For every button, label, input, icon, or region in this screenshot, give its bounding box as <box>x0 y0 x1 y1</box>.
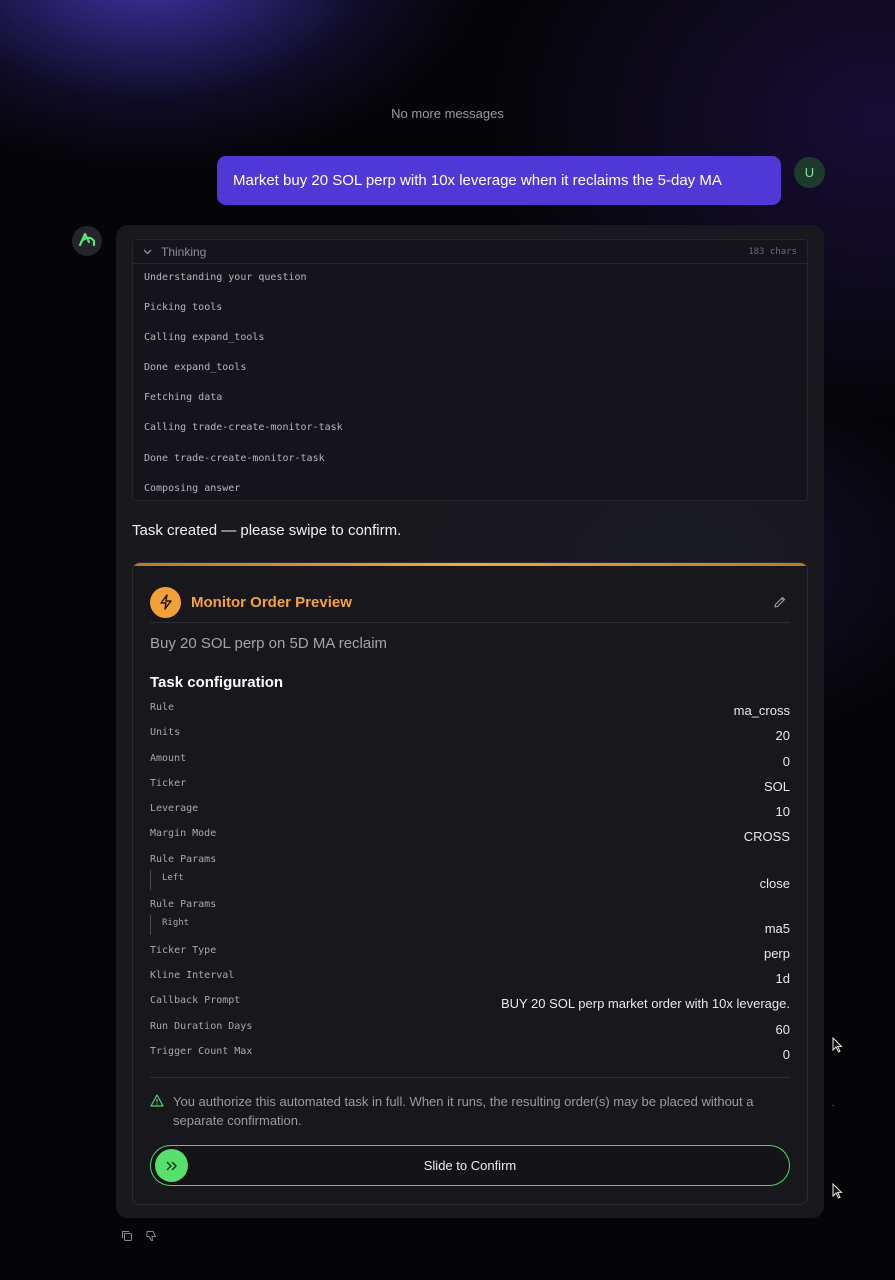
config-value: 20 <box>775 728 790 744</box>
logo-icon <box>78 231 96 252</box>
thinking-step: Picking tools <box>144 302 223 314</box>
config-key: Ticker <box>150 777 187 789</box>
user-avatar-initial: U <box>804 165 815 180</box>
order-preview-title: Monitor Order Preview <box>191 593 352 611</box>
config-key: Ticker Type <box>150 944 217 956</box>
thinking-toggle[interactable]: Thinking 183 chars <box>133 240 807 264</box>
config-row-run-duration-days: Run Duration Days 60 <box>150 1019 790 1044</box>
config-row-leverage: Leverage 10 <box>150 801 790 826</box>
config-row-ticker: Ticker SOL <box>150 776 790 801</box>
thinking-step: Fetching data <box>144 392 223 404</box>
config-row-amount: Amount 0 <box>150 751 790 776</box>
pencil-icon[interactable] <box>770 592 790 612</box>
config-key: Kline Interval <box>150 970 235 982</box>
authorization-notice-text: You authorize this automated task in ful… <box>173 1094 754 1128</box>
config-value: CROSS <box>743 829 790 845</box>
thinking-char-count: 183 chars <box>748 246 797 257</box>
chevron-down-icon <box>143 247 153 257</box>
config-row-rule-params-left: Rule Params Left close <box>150 852 790 898</box>
config-row-kline-interval: Kline Interval 1d <box>150 968 790 993</box>
order-preview-subtitle: Buy 20 SOL perp on 5D MA reclaim <box>150 635 388 652</box>
warning-icon <box>150 1094 164 1112</box>
copy-icon[interactable] <box>120 1229 134 1243</box>
thinking-step: Understanding your question <box>144 272 307 283</box>
bot-avatar <box>72 226 102 256</box>
config-key: Amount <box>150 752 187 764</box>
bolt-icon <box>150 586 181 618</box>
user-message-bubble: Market buy 20 SOL perp with 10x leverage… <box>217 156 781 205</box>
config-value: SOL <box>763 778 790 794</box>
message-actions <box>120 1229 158 1243</box>
slide-to-confirm[interactable]: Slide to Confirm <box>150 1145 790 1186</box>
config-value: ma_cross <box>733 703 790 718</box>
slide-to-confirm-label: Slide to Confirm <box>423 1158 517 1173</box>
config-subkey: Right <box>150 915 189 936</box>
scroll-marker <box>832 1105 834 1106</box>
config-key: Trigger Count Max <box>150 1045 253 1057</box>
header-divider <box>150 622 790 623</box>
task-config-list: Rule ma_cross Units 20 Amount 0 Ticker S… <box>150 700 790 1069</box>
config-value: perp <box>763 945 790 961</box>
config-value: ma5 <box>764 921 790 937</box>
config-subkey: Left <box>150 869 184 890</box>
config-value: 0 <box>782 753 790 769</box>
authorization-notice: You authorize this automated task in ful… <box>150 1092 790 1130</box>
config-value: 0 <box>782 1046 790 1062</box>
thinking-label: Thinking <box>161 244 207 259</box>
config-value: close <box>759 875 790 891</box>
thumbs-down-icon[interactable] <box>144 1229 158 1243</box>
config-value: BUY 20 SOL perp market order with 10x le… <box>500 996 790 1012</box>
monitor-order-preview-card: Monitor Order Preview Buy 20 SOL perp on… <box>132 562 808 1205</box>
config-row-trigger-count-max: Trigger Count Max 0 <box>150 1044 790 1069</box>
thinking-steps: Understanding your question Picking tool… <box>133 264 807 500</box>
config-row-ticker-type: Ticker Type perp <box>150 943 790 968</box>
config-key: Callback Prompt <box>150 995 241 1007</box>
task-configuration-heading: Task configuration <box>150 674 284 691</box>
assistant-message-card: Thinking 183 chars Understanding your qu… <box>116 225 824 1218</box>
config-value: 1d <box>775 971 790 987</box>
answer-text: Task created — please swipe to confirm. <box>132 522 402 539</box>
order-preview-header: Monitor Order Preview <box>150 583 790 621</box>
config-key: Units <box>150 727 181 739</box>
config-key: Rule <box>150 702 175 713</box>
config-key: Rule Params <box>150 853 217 865</box>
config-row-rule: Rule ma_cross <box>150 700 790 725</box>
config-key: Rule Params <box>150 899 217 911</box>
user-message-text: Market buy 20 SOL perp with 10x leverage… <box>233 172 722 189</box>
config-key: Run Duration Days <box>150 1020 253 1032</box>
thinking-step: Calling trade-create-monitor-task <box>144 422 343 434</box>
config-row-units: Units 20 <box>150 725 790 750</box>
notice-divider <box>150 1077 790 1078</box>
thinking-step: Done trade-create-monitor-task <box>144 452 325 464</box>
thinking-step: Done expand_tools <box>144 362 247 374</box>
user-avatar[interactable]: U <box>794 157 825 188</box>
config-key: Margin Mode <box>150 828 217 840</box>
thinking-step: Calling expand_tools <box>144 332 265 344</box>
no-more-messages: No more messages <box>391 106 504 121</box>
config-row-margin-mode: Margin Mode CROSS <box>150 826 790 851</box>
config-row-callback-prompt: Callback Prompt BUY 20 SOL perp market o… <box>150 993 790 1018</box>
config-key: Leverage <box>150 803 199 815</box>
config-value: 10 <box>775 804 790 820</box>
config-value: 60 <box>775 1021 790 1037</box>
card-accent-bar <box>133 563 807 566</box>
thinking-step: Composing answer <box>144 482 241 494</box>
config-row-rule-params-right: Rule Params Right ma5 <box>150 897 790 943</box>
mouse-cursor <box>832 1036 844 1053</box>
double-chevron-right-icon[interactable] <box>155 1149 188 1182</box>
thinking-panel: Thinking 183 chars Understanding your qu… <box>132 239 808 501</box>
mouse-cursor <box>832 1182 844 1199</box>
